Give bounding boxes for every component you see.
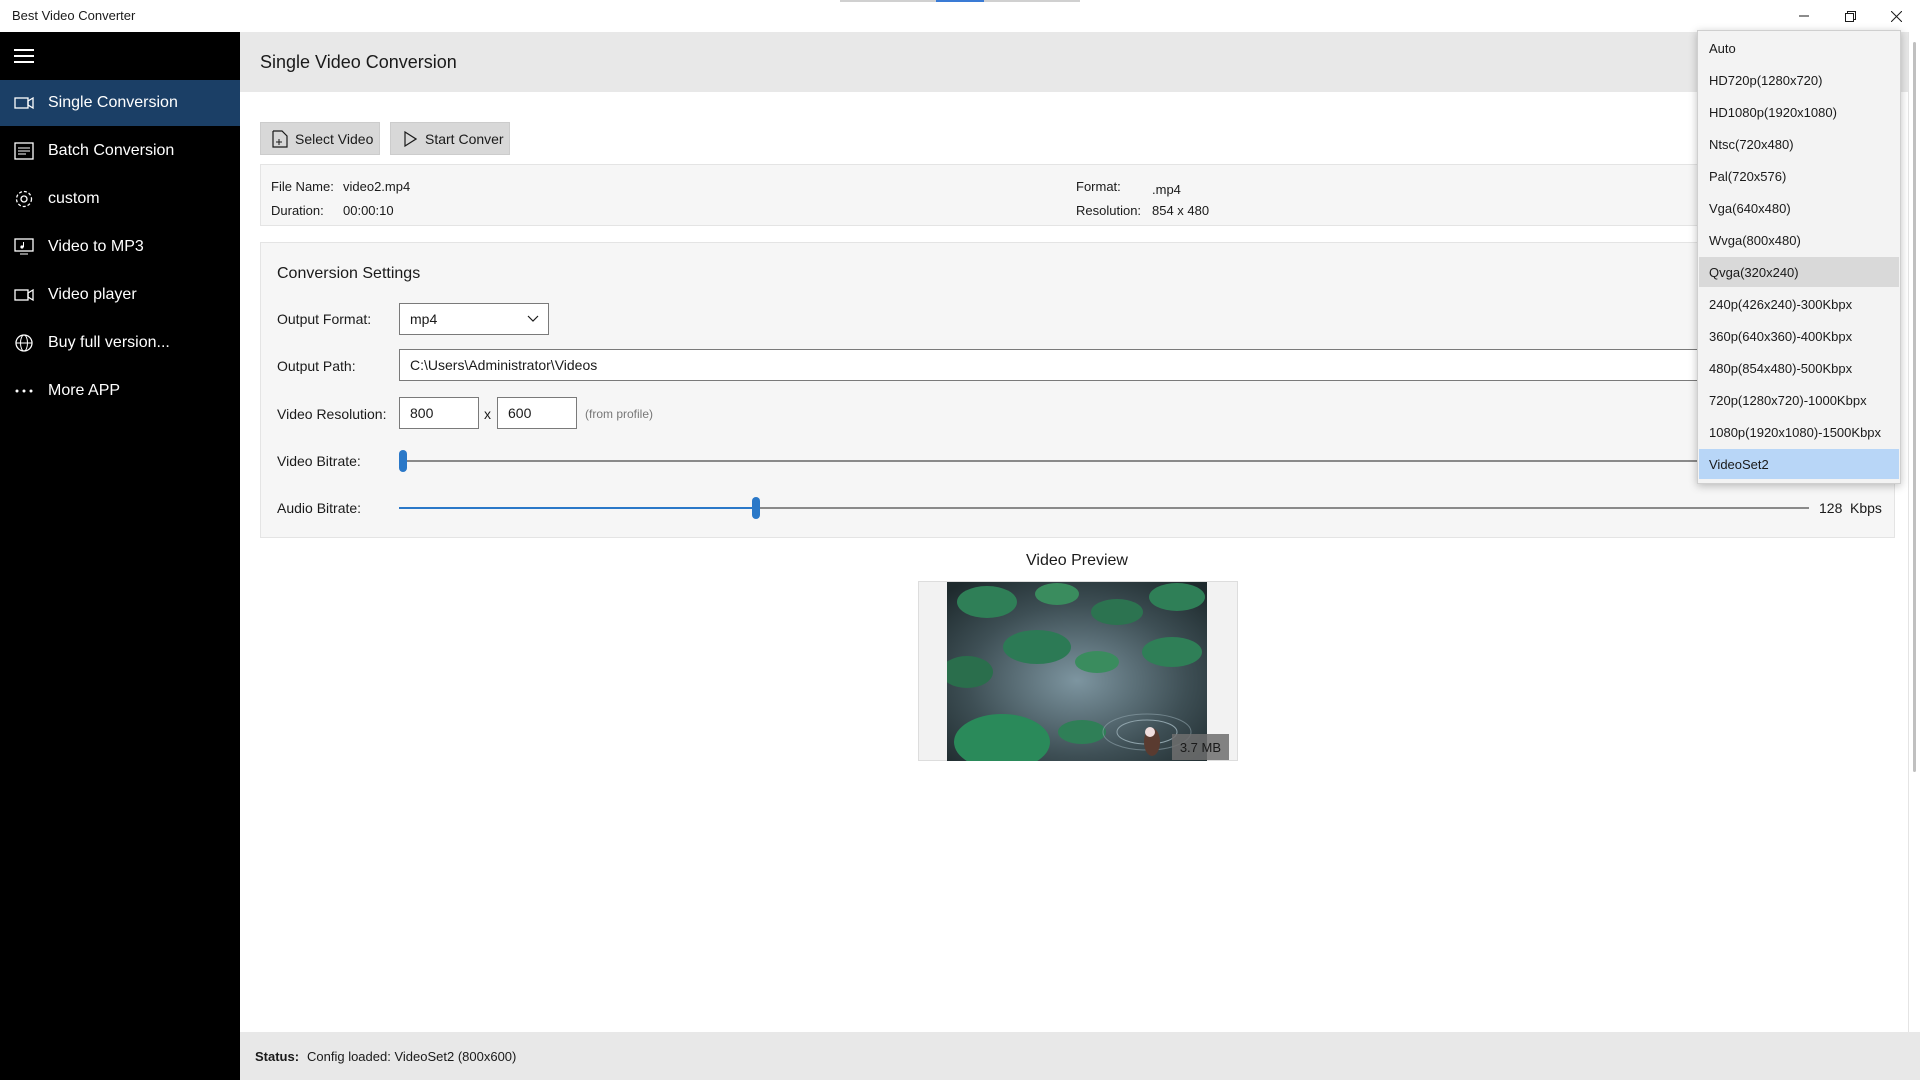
video-bitrate-label: Video Bitrate:	[277, 453, 361, 469]
output-format-select[interactable]: mp4	[399, 303, 549, 335]
dropdown-item[interactable]: Vga(640x480)	[1699, 193, 1899, 223]
preview-title: Video Preview	[1026, 552, 1128, 569]
audio-bitrate-label: Audio Bitrate:	[277, 500, 362, 516]
sidebar-item-label: Single Conversion	[48, 94, 178, 111]
resolution-height-value: 600	[508, 405, 532, 421]
status-label: Status:	[255, 1049, 300, 1064]
scrollbar-thumb[interactable]	[1913, 42, 1916, 772]
restore-icon	[1844, 10, 1856, 22]
duration-label: Duration:	[271, 203, 324, 218]
title-bar: Best Video Converter	[0, 0, 1920, 32]
play-icon	[401, 130, 419, 148]
dropdown-item[interactable]: HD1080p(1920x1080)	[1699, 97, 1899, 127]
sidebar-item-more-app[interactable]: More APP	[0, 368, 240, 414]
output-format-value: mp4	[410, 311, 438, 327]
hamburger-icon[interactable]	[12, 44, 36, 68]
dropdown-item[interactable]: 720p(1280x720)-1000Kbpx	[1699, 385, 1899, 415]
batch-list-icon	[12, 139, 36, 163]
file-info-panel: File Name: video2.mp4 Duration: 00:00:10…	[260, 164, 1895, 226]
format-label: Format:	[1076, 179, 1121, 194]
dropdown-item[interactable]: 360p(640x360)-400Kbpx	[1699, 321, 1899, 351]
sidebar-item-batch-conversion[interactable]: Batch Conversion	[0, 128, 240, 174]
restore-button[interactable]	[1827, 0, 1873, 32]
sidebar-item-label: custom	[48, 190, 100, 207]
start-convert-label: Start Conver	[425, 130, 504, 147]
format-value: .mp4	[1152, 182, 1181, 197]
video-bitrate-track[interactable]	[399, 460, 1896, 462]
resolution-height-field[interactable]: 600	[497, 397, 577, 429]
output-path-value: C:\Users\Administrator\Videos	[410, 357, 598, 373]
sidebar-item-label: More APP	[48, 382, 121, 399]
sidebar-item-label: Video to MP3	[48, 238, 144, 255]
sidebar: Single Conversion Batch Conversion custo…	[0, 32, 240, 1080]
output-path-field[interactable]: C:\Users\Administrator\Videos	[399, 349, 1896, 381]
audio-bitrate-unit: Kbps	[1850, 500, 1882, 516]
resolution-width-value: 800	[410, 405, 434, 421]
dropdown-item[interactable]: Pal(720x576)	[1699, 161, 1899, 191]
dropdown-item[interactable]: 480p(854x480)-500Kbpx	[1699, 353, 1899, 383]
sidebar-item-custom[interactable]: custom	[0, 176, 240, 222]
globe-icon	[12, 331, 36, 355]
gear-icon	[12, 187, 36, 211]
video-camera-icon	[12, 91, 36, 115]
sidebar-item-label: Buy full version...	[48, 334, 170, 351]
music-screen-icon	[12, 235, 36, 259]
video-bitrate-slider[interactable]	[399, 450, 407, 472]
sidebar-item-video-player[interactable]: Video player	[0, 272, 240, 318]
dropdown-item[interactable]: Ntsc(720x480)	[1699, 129, 1899, 159]
resolution-separator: x	[484, 406, 491, 422]
dropdown-item[interactable]: VideoSet2	[1699, 449, 1899, 479]
dropdown-item[interactable]: Qvga(320x240)	[1699, 257, 1899, 287]
file-name-label: File Name:	[271, 179, 334, 194]
audio-bitrate-fill	[399, 507, 752, 509]
tab-indicator	[840, 0, 936, 2]
status-bar: Status: Config loaded: VideoSet2 (800x60…	[240, 1032, 1920, 1080]
video-resolution-label: Video Resolution:	[277, 406, 387, 422]
video-camera-icon	[12, 283, 36, 307]
sidebar-item-buy-full-version[interactable]: Buy full version...	[0, 320, 240, 366]
status-text: Config loaded: VideoSet2 (800x600)	[307, 1049, 517, 1064]
resolution-width-field[interactable]: 800	[399, 397, 479, 429]
duration-value: 00:00:10	[343, 203, 394, 218]
audio-bitrate-slider[interactable]	[751, 497, 760, 519]
video-preview[interactable]: 3.7 MB	[918, 581, 1238, 761]
profile-dropdown[interactable]: Auto HD720p(1280x720) HD1080p(1920x1080) Nt…	[1697, 30, 1901, 484]
resolution-label: Resolution:	[1076, 203, 1142, 218]
dropdown-item[interactable]: Wvga(800x480)	[1699, 225, 1899, 255]
select-video-label: Select Video	[295, 130, 374, 147]
audio-bitrate-value: 128	[1819, 500, 1843, 516]
resolution-hint: (from profile)	[585, 407, 654, 421]
start-convert-button[interactable]: Start Conver	[390, 122, 510, 155]
tab-indicator-active	[936, 0, 984, 2]
sidebar-item-label: Video player	[48, 286, 137, 303]
vertical-scrollbar[interactable]	[1908, 32, 1920, 1032]
close-icon	[1890, 10, 1902, 22]
output-path-label: Output Path:	[277, 358, 356, 374]
dropdown-item[interactable]: HD720p(1280x720)	[1699, 65, 1899, 95]
page-header: Single Video Conversion	[240, 32, 1920, 92]
minimize-icon	[1799, 15, 1809, 17]
chevron-down-icon	[527, 315, 539, 322]
tab-indicator	[984, 0, 1080, 2]
dropdown-item[interactable]: 1080p(1920x1080)-1500Kbpx	[1699, 417, 1899, 447]
dropdown-item[interactable]: Auto	[1699, 33, 1899, 63]
app-title: Best Video Converter	[12, 8, 136, 23]
sidebar-item-video-to-mp3[interactable]: Video to MP3	[0, 224, 240, 270]
minimize-button[interactable]	[1781, 0, 1827, 32]
conversion-settings-panel: Conversion Settings Output Format: mp4 O…	[260, 242, 1896, 538]
close-button[interactable]	[1873, 0, 1919, 32]
sidebar-item-single-conversion[interactable]: Single Conversion	[0, 80, 240, 126]
dropdown-item[interactable]: 240p(426x240)-300Kbpx	[1699, 289, 1899, 319]
sidebar-item-label: Batch Conversion	[48, 142, 175, 159]
select-video-button[interactable]: Select Video	[260, 122, 380, 155]
preview-thumbnail	[947, 582, 1207, 761]
file-add-icon	[271, 129, 289, 148]
file-size-badge: 3.7 MB	[1171, 734, 1229, 760]
output-format-label: Output Format:	[277, 311, 372, 327]
page-title: Single Video Conversion	[260, 52, 457, 72]
file-name-value: video2.mp4	[343, 179, 411, 194]
resolution-value: 854 x 480	[1152, 203, 1210, 218]
settings-title: Conversion Settings	[277, 265, 421, 282]
more-dots-icon	[12, 379, 36, 403]
